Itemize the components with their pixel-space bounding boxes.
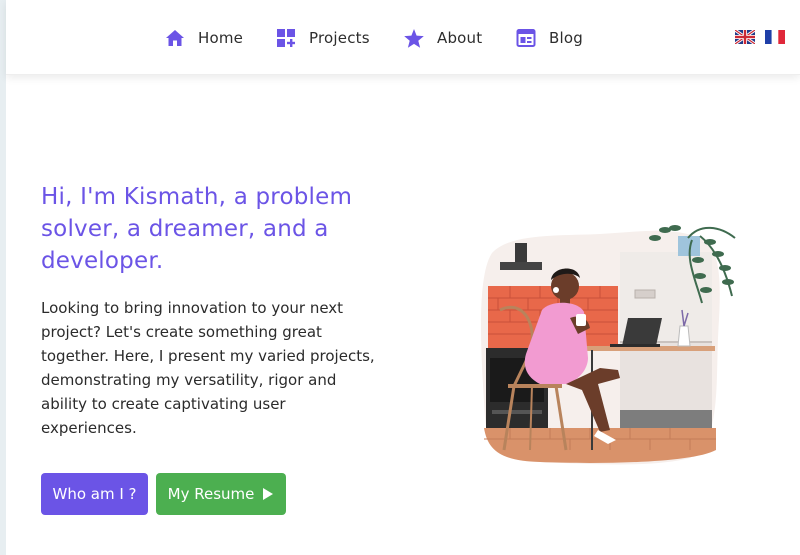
who-am-i-button[interactable]: Who am I ? [41, 473, 148, 515]
language-fr[interactable] [764, 26, 786, 48]
resume-button[interactable]: My Resume [156, 473, 286, 515]
resume-button-label: My Resume [167, 485, 255, 503]
nav-item-projects[interactable]: Projects [275, 26, 370, 50]
nav-item-about[interactable]: About [403, 26, 482, 50]
who-am-i-button-label: Who am I ? [52, 485, 137, 503]
nav-item-home[interactable]: Home [164, 26, 243, 50]
play-icon [263, 488, 274, 500]
nav-item-label: Home [198, 29, 244, 47]
projects-icon [275, 27, 297, 49]
top-navbar: Home Projects About Blog [6, 0, 800, 75]
nav-item-label: About [437, 29, 483, 47]
blog-icon [515, 27, 537, 49]
language-en[interactable] [734, 26, 756, 48]
hero-title: Hi, I'm Kismath, a problem solver, a dre… [41, 184, 353, 274]
uk-flag-icon [735, 30, 755, 44]
hero-illustration [470, 218, 745, 468]
nav-item-label: Blog [549, 29, 583, 47]
home-icon [164, 27, 186, 49]
nav-item-label: Projects [309, 29, 370, 47]
nav-item-blog[interactable]: Blog [515, 26, 583, 50]
hero-description: Looking to bring innovation to your next… [41, 299, 375, 437]
fr-flag-icon [765, 30, 785, 44]
star-icon [403, 27, 425, 49]
page-left-edge [0, 0, 6, 555]
